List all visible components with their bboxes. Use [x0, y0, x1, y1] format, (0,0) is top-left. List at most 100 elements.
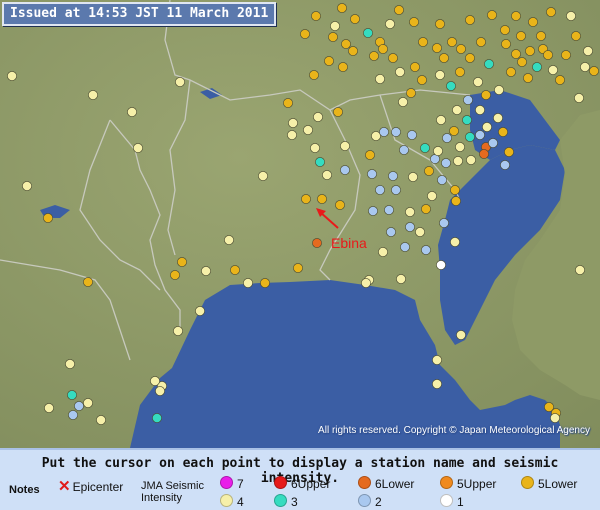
station-marker[interactable]	[375, 74, 385, 84]
station-marker[interactable]	[493, 113, 503, 123]
station-marker[interactable]	[313, 112, 323, 122]
station-marker[interactable]	[7, 71, 17, 81]
station-marker[interactable]	[450, 185, 460, 195]
station-marker[interactable]	[494, 85, 504, 95]
station-marker[interactable]	[432, 355, 442, 365]
station-marker[interactable]	[400, 242, 410, 252]
station-marker[interactable]	[341, 39, 351, 49]
station-marker[interactable]	[511, 49, 521, 59]
station-marker[interactable]	[479, 149, 489, 159]
station-marker[interactable]	[456, 330, 466, 340]
station-marker[interactable]	[450, 237, 460, 247]
station-marker[interactable]	[127, 107, 137, 117]
station-marker[interactable]	[532, 62, 542, 72]
station-marker[interactable]	[394, 5, 404, 15]
station-marker[interactable]	[378, 44, 388, 54]
station-marker[interactable]	[437, 175, 447, 185]
station-marker[interactable]	[301, 194, 311, 204]
station-marker[interactable]	[283, 98, 293, 108]
station-marker[interactable]	[453, 156, 463, 166]
station-marker[interactable]	[405, 207, 415, 217]
station-marker[interactable]	[395, 67, 405, 77]
station-marker[interactable]	[500, 25, 510, 35]
station-marker[interactable]	[516, 31, 526, 41]
station-marker[interactable]	[484, 59, 494, 69]
station-marker[interactable]	[407, 130, 417, 140]
station-marker[interactable]	[436, 260, 446, 270]
station-marker[interactable]	[511, 11, 521, 21]
station-marker[interactable]	[367, 169, 377, 179]
station-marker[interactable]	[361, 278, 371, 288]
station-marker[interactable]	[528, 17, 538, 27]
station-marker[interactable]	[340, 141, 350, 151]
station-marker[interactable]	[243, 278, 253, 288]
station-marker[interactable]	[388, 53, 398, 63]
station-marker[interactable]	[566, 11, 576, 21]
station-marker[interactable]	[312, 238, 322, 248]
station-marker[interactable]	[432, 379, 442, 389]
station-marker[interactable]	[427, 191, 437, 201]
station-marker[interactable]	[441, 158, 451, 168]
station-marker[interactable]	[550, 413, 560, 423]
station-marker[interactable]	[418, 37, 428, 47]
station-marker[interactable]	[473, 77, 483, 87]
station-marker[interactable]	[561, 50, 571, 60]
station-marker[interactable]	[224, 235, 234, 245]
station-marker[interactable]	[543, 50, 553, 60]
station-marker[interactable]	[398, 97, 408, 107]
station-marker[interactable]	[396, 274, 406, 284]
station-marker[interactable]	[260, 278, 270, 288]
station-marker[interactable]	[348, 46, 358, 56]
station-marker[interactable]	[481, 90, 491, 100]
station-marker[interactable]	[455, 67, 465, 77]
station-marker[interactable]	[466, 155, 476, 165]
station-marker[interactable]	[133, 143, 143, 153]
station-marker[interactable]	[408, 172, 418, 182]
station-marker[interactable]	[340, 165, 350, 175]
station-marker[interactable]	[433, 146, 443, 156]
station-marker[interactable]	[175, 77, 185, 87]
station-marker[interactable]	[230, 265, 240, 275]
station-marker[interactable]	[258, 171, 268, 181]
station-marker[interactable]	[74, 401, 84, 411]
station-marker[interactable]	[379, 127, 389, 137]
station-marker[interactable]	[405, 222, 415, 232]
station-marker[interactable]	[391, 127, 401, 137]
station-marker[interactable]	[369, 51, 379, 61]
station-marker[interactable]	[287, 130, 297, 140]
station-marker[interactable]	[363, 28, 373, 38]
station-marker[interactable]	[68, 410, 78, 420]
station-marker[interactable]	[311, 11, 321, 21]
station-marker[interactable]	[150, 376, 160, 386]
station-marker[interactable]	[446, 81, 456, 91]
station-marker[interactable]	[447, 37, 457, 47]
station-marker[interactable]	[333, 107, 343, 117]
station-marker[interactable]	[420, 143, 430, 153]
station-marker[interactable]	[498, 127, 508, 137]
station-marker[interactable]	[435, 70, 445, 80]
station-marker[interactable]	[482, 122, 492, 132]
station-marker[interactable]	[439, 218, 449, 228]
station-marker[interactable]	[155, 386, 165, 396]
station-marker[interactable]	[195, 306, 205, 316]
station-marker[interactable]	[449, 126, 459, 136]
station-marker[interactable]	[96, 415, 106, 425]
station-marker[interactable]	[475, 105, 485, 115]
station-marker[interactable]	[439, 53, 449, 63]
station-marker[interactable]	[170, 270, 180, 280]
station-marker[interactable]	[536, 31, 546, 41]
station-marker[interactable]	[43, 213, 53, 223]
station-marker[interactable]	[555, 75, 565, 85]
station-marker[interactable]	[442, 133, 452, 143]
station-marker[interactable]	[310, 143, 320, 153]
station-marker[interactable]	[335, 200, 345, 210]
station-marker[interactable]	[465, 132, 475, 142]
station-marker[interactable]	[488, 138, 498, 148]
station-marker[interactable]	[455, 142, 465, 152]
station-marker[interactable]	[504, 147, 514, 157]
station-marker[interactable]	[463, 95, 473, 105]
station-marker[interactable]	[317, 194, 327, 204]
station-marker[interactable]	[315, 157, 325, 167]
station-marker[interactable]	[338, 62, 348, 72]
station-marker[interactable]	[388, 171, 398, 181]
